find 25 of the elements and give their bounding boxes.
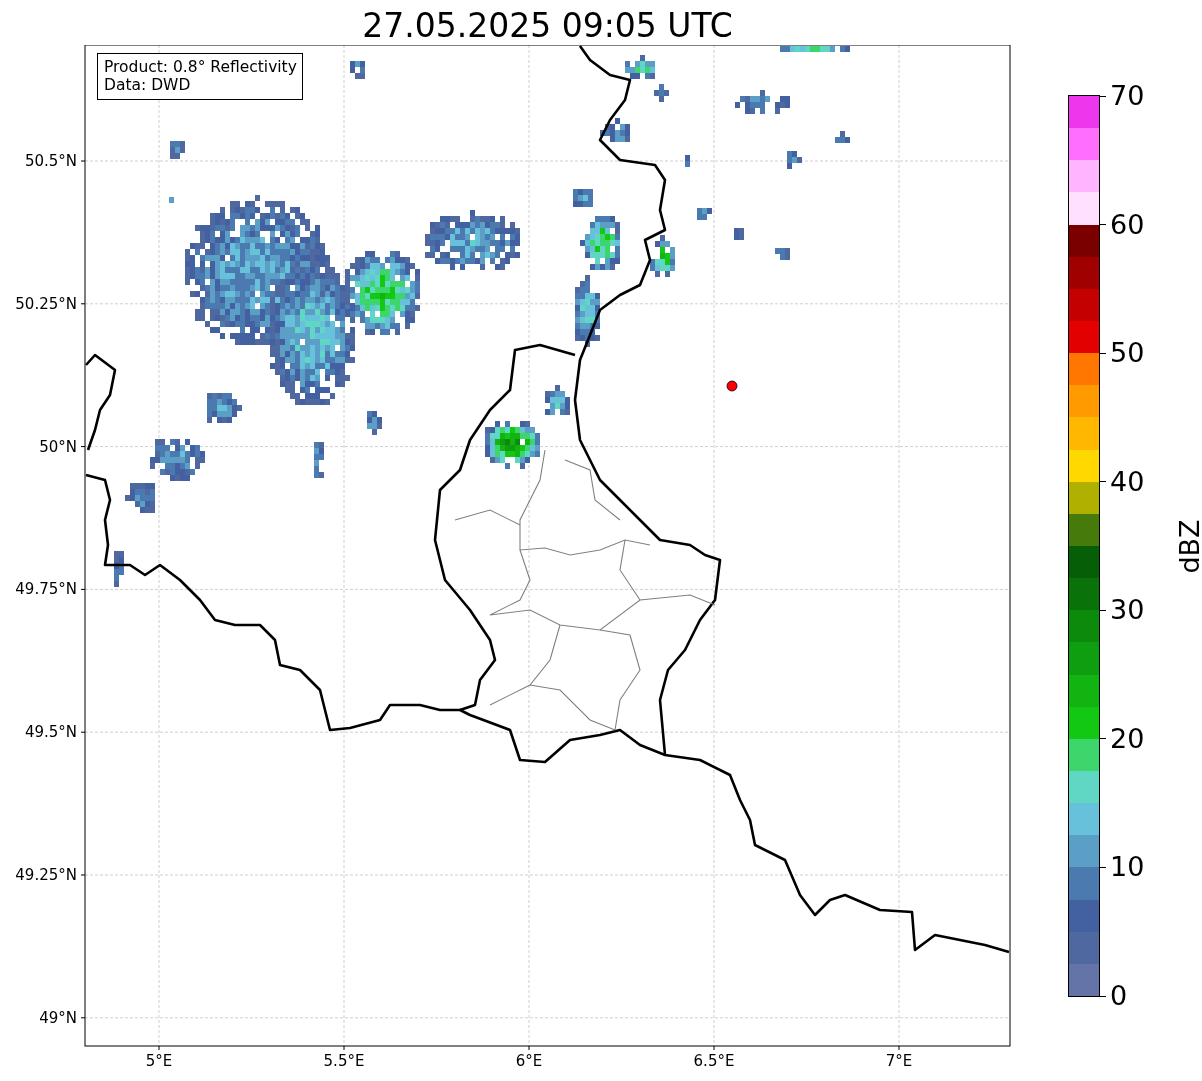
axis-tick-label: 5.5°E xyxy=(323,1052,365,1070)
axis-tick-label: 50.5°N xyxy=(24,152,77,170)
info-text: Product: 0.8° Reflectivity xyxy=(104,58,297,76)
axis-tick-label: 49.25°N xyxy=(15,866,77,884)
axis-tick-label: 7°E xyxy=(885,1052,913,1070)
colorbar-tick-label: 60 xyxy=(1110,209,1145,240)
colorbar-tick-label: 20 xyxy=(1110,723,1145,754)
axis-tick-label: 6.5°E xyxy=(693,1052,735,1070)
axis-tick-label: 5°E xyxy=(145,1052,173,1070)
colorbar-tick-label: 50 xyxy=(1110,338,1145,369)
axis-tick-label: 50.25°N xyxy=(15,294,77,313)
axis-tick-label: 49°N xyxy=(39,1008,77,1027)
colorbar-tick-label: 70 xyxy=(1110,81,1145,111)
colorbar-tick-label: 0 xyxy=(1110,981,1128,1011)
map-title: 27.05.2025 09:05 UTC xyxy=(362,5,733,47)
axis-tick-label: 49.5°N xyxy=(24,723,77,742)
colorbar-label: dBZ xyxy=(1173,518,1202,574)
marker-dot xyxy=(726,380,738,392)
colorbar-tick-label: 30 xyxy=(1110,595,1145,626)
colorbar-tick-label: 10 xyxy=(1110,852,1145,883)
axis-tick-label: 6°E xyxy=(515,1052,543,1070)
colorbar-tick-label: 40 xyxy=(1110,466,1145,497)
axis-tick-label: 49.75°N xyxy=(15,580,77,599)
axis-tick-label: 50°N xyxy=(39,437,77,456)
info-text: Data: DWD xyxy=(104,76,192,94)
